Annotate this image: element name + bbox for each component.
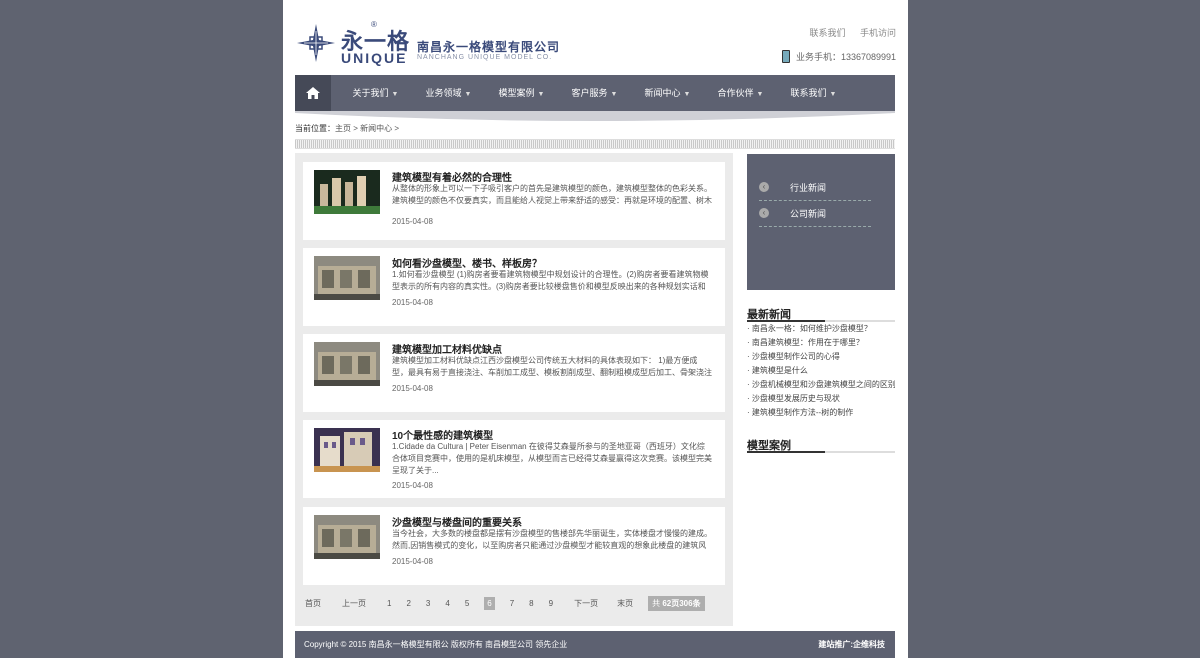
article-title[interactable]: 10个最性感的建筑模型 [392,427,493,442]
mobile-link[interactable]: 手机访问 [860,28,896,38]
article-title[interactable]: 建筑模型有着必然的合理性 [392,169,512,184]
page-number[interactable]: 9 [549,599,553,608]
news-list: 建筑模型有着必然的合理性 从整体的形象上可以一下子吸引客户的首先是建筑模型的颜色… [295,153,733,626]
article-summary: 1.如何看沙盘模型 (1)购房者要看建筑物模型中规划设计的合理性。(2)购房者要… [392,270,709,291]
article-date: 2015-04-08 [392,217,433,226]
nav-item-cases[interactable]: 模型案例 ▼ [485,75,558,111]
article-date: 2015-04-08 [392,384,433,393]
company-name: 南昌永一格模型有限公司 [417,40,561,54]
chevron-down-icon: ▼ [610,91,618,98]
article-summary: 当今社会，大多数的楼盘都是摆有沙盘模型的售楼部先华丽诞生，实体楼盘才慢慢的建成。… [392,529,712,550]
chevron-down-icon: ▼ [391,91,399,98]
list-item[interactable]: · 建筑模型制作方法--树的制作 [747,406,895,420]
article-title[interactable]: 沙盘模型与楼盘间的重要关系 [392,514,522,529]
registered-mark: ® [371,20,377,29]
nav-item-contact[interactable]: 联系我们 ▼ [777,75,850,111]
phone-number: 业务手机：13367089991 [795,52,896,62]
list-item[interactable]: · 建筑模型是什么 [747,364,895,378]
category-industry-news[interactable]: ‹ 行业新闻 [759,178,871,201]
article-summary: 建筑模型加工材料优缺点江西沙盘模型公司传统五大材料的具体表现如下： 1)最方便成… [392,356,712,377]
page-prev[interactable]: 上一页 [342,598,366,609]
contact-link[interactable]: 联系我们 [809,28,845,38]
top-links: 联系我们 手机访问 [797,26,896,39]
nav-item-partners[interactable]: 合作伙伴 ▼ [704,75,777,111]
logo-english: UNIQUE [341,50,408,66]
nav-item-business[interactable]: 业务领域 ▼ [412,75,485,111]
list-item[interactable]: 沙盘模型与楼盘间的重要关系 当今社会，大多数的楼盘都是摆有沙盘模型的售楼部先华丽… [303,507,725,585]
chevron-down-icon: ▼ [756,91,764,98]
home-icon [306,87,320,99]
list-item[interactable]: · 沙盘机械模型和沙盘建筑模型之间的区别 [747,378,895,392]
breadcrumb-label: 当前位置： [295,124,335,133]
chevron-down-icon: ▼ [464,91,472,98]
article-title[interactable]: 建筑模型加工材料优缺点 [392,341,502,356]
article-date: 2015-04-08 [392,481,433,490]
arrow-left-icon: ‹ [759,208,769,218]
phone-info: 业务手机：13367089991 [781,50,896,63]
category-company-news[interactable]: ‹ 公司新闻 [759,204,871,227]
article-title[interactable]: 如何看沙盘模型、楼书、样板房？ [392,255,542,270]
breadcrumb: 当前位置：主页 > 新闻中心 > [295,123,399,134]
nav-item-news[interactable]: 新闻中心 ▼ [631,75,704,111]
article-summary: 从整体的形象上可以一下子吸引客户的首先是建筑模型的颜色，建筑模型整体的色彩关系。… [392,184,712,205]
nav-item-about[interactable]: 关于我们 ▼ [339,75,412,111]
pagination: 首页 上一页 1 2 3 4 5 6 7 8 9 下一页 末页 共 62页306… [305,596,720,611]
page-first[interactable]: 首页 [305,598,321,609]
list-item[interactable]: 建筑模型有着必然的合理性 从整体的形象上可以一下子吸引客户的首先是建筑模型的颜色… [303,162,725,240]
footer-credit-link[interactable]: 建站推广:企维科技 [818,639,885,650]
list-item[interactable]: 10个最性感的建筑模型 1.Cidade da Cultura | Peter … [303,420,725,498]
page-number[interactable]: 5 [465,599,469,608]
page-number[interactable]: 8 [529,599,533,608]
arrow-left-icon: ‹ [759,182,769,192]
list-item[interactable]: 建筑模型加工材料优缺点 建筑模型加工材料优缺点江西沙盘模型公司传统五大材料的具体… [303,334,725,412]
phone-icon [781,50,790,63]
article-date: 2015-04-08 [392,298,433,307]
breadcrumb-path[interactable]: 主页 > 新闻中心 > [335,124,399,133]
article-thumbnail[interactable] [314,515,380,559]
logo-star-icon [297,24,335,62]
list-item[interactable]: · 沙盘模型发展历史与现状 [747,392,895,406]
page-number[interactable]: 7 [510,599,514,608]
section-underline [747,451,895,453]
divider [295,139,895,149]
list-item[interactable]: · 南昌建筑模型：作用在于哪里？ [747,336,895,350]
footer: Copyright © 2015 南昌永一格模型有限公 版权所有 南昌模型公司 … [295,631,895,658]
chevron-down-icon: ▼ [537,91,545,98]
page-current[interactable]: 6 [484,597,495,610]
page-last[interactable]: 末页 [617,598,633,609]
nav-item-service[interactable]: 客户服务 ▼ [558,75,631,111]
article-thumbnail[interactable] [314,256,380,300]
article-thumbnail[interactable] [314,342,380,386]
list-item[interactable]: · 沙盘模型制作公司的心得 [747,350,895,364]
nav-home-button[interactable] [295,75,331,111]
list-item[interactable]: · 南昌永一格：如何维护沙盘模型？ [747,322,895,336]
latest-news-list: · 南昌永一格：如何维护沙盘模型？ · 南昌建筑模型：作用在于哪里？ · 沙盘模… [747,322,895,420]
page-next[interactable]: 下一页 [574,598,598,609]
article-date: 2015-04-08 [392,557,433,566]
page-number[interactable]: 4 [445,599,449,608]
article-summary: 1.Cidade da Cultura | Peter Eisenman 在彼得… [392,442,712,475]
page-number[interactable]: 3 [426,599,430,608]
copyright-text: Copyright © 2015 南昌永一格模型有限公 版权所有 南昌模型公司 … [304,640,568,649]
page-number[interactable]: 2 [406,599,410,608]
chevron-down-icon: ▼ [829,91,837,98]
chevron-down-icon: ▼ [683,91,691,98]
page-number[interactable]: 1 [387,599,391,608]
page: 永一格 ® UNIQUE 南昌永一格模型有限公司 NANCHANG UNIQUE… [283,0,908,658]
list-item[interactable]: 如何看沙盘模型、楼书、样板房？ 1.如何看沙盘模型 (1)购房者要看建筑物模型中… [303,248,725,326]
category-box: ‹ 行业新闻 ‹ 公司新闻 [747,154,895,290]
company-name-en: NANCHANG UNIQUE MODEL CO. [417,54,553,61]
article-thumbnail[interactable] [314,428,380,472]
page-total: 共 62页306条 [648,596,705,611]
main-nav: 关于我们 ▼ 业务领域 ▼ 模型案例 ▼ 客户服务 ▼ 新闻中心 ▼ 合作伙伴 ▼ 联系我们… [295,75,895,111]
article-thumbnail[interactable] [314,170,380,214]
